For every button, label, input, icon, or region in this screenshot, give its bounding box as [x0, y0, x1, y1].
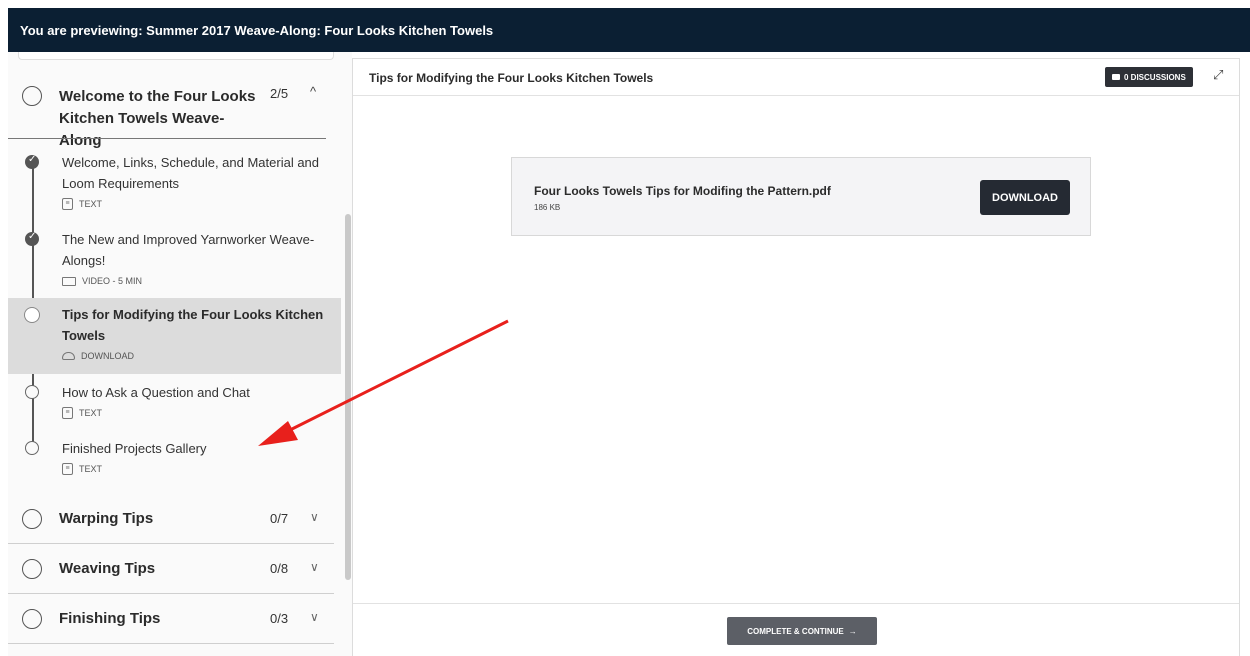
lesson-content-panel: Tips for Modifying the Four Looks Kitche…	[352, 58, 1240, 656]
lesson-incomplete-circle-icon	[25, 441, 39, 455]
preview-bar-text: You are previewing: Summer 2017 Weave-Al…	[20, 22, 494, 38]
text-doc-icon: ≡	[62, 198, 73, 210]
lesson-item-tips-modifying[interactable]: Tips for Modifying the Four Looks Kitche…	[8, 298, 341, 374]
chevron-down-icon[interactable]: ∨	[310, 560, 319, 574]
download-filesize: 186 KB	[534, 203, 561, 212]
section-count: 2/5	[270, 86, 289, 101]
chevron-up-icon[interactable]: ^	[310, 84, 316, 99]
section-title: Weaving Tips	[59, 560, 156, 577]
sidebar-scrollbar[interactable]	[345, 214, 351, 580]
lesson-item-welcome-links[interactable]: Welcome, Links, Schedule, and Material a…	[8, 150, 341, 214]
lesson-title: Tips for Modifying the Four Looks Kitche…	[62, 307, 324, 343]
section-progress-ring-icon	[22, 609, 42, 629]
lesson-heading: Tips for Modifying the Four Looks Kitche…	[369, 71, 654, 85]
lesson-incomplete-circle-icon	[25, 308, 39, 322]
cloud-download-icon	[62, 352, 75, 360]
lesson-footer: COMPLETE & CONTINUE →	[353, 603, 1239, 656]
lesson-type: TEXT	[79, 199, 103, 209]
lesson-type: TEXT	[79, 408, 103, 418]
preview-bar: You are previewing: Summer 2017 Weave-Al…	[8, 8, 1250, 52]
lesson-title: Finished Projects Gallery	[62, 441, 207, 456]
download-button[interactable]: DOWNLOAD	[980, 180, 1070, 215]
section-welcome[interactable]: Welcome to the Four Looks Kitchen Towels…	[8, 74, 334, 149]
lesson-meta: ≡ TEXT	[62, 198, 102, 210]
section-count: 0/3	[270, 611, 289, 626]
lesson-title: The New and Improved Yarnworker Weave-Al…	[62, 232, 315, 268]
section-progress-ring-icon	[22, 559, 42, 579]
lesson-title: Welcome, Links, Schedule, and Material a…	[62, 155, 320, 191]
section-finishing-tips[interactable]: Finishing Tips 0/3 ∨	[8, 594, 334, 644]
lesson-item-ask-question[interactable]: How to Ask a Question and Chat ≡ TEXT	[8, 380, 341, 428]
lesson-meta: ≡ TEXT	[62, 407, 102, 419]
section-count: 0/7	[270, 511, 289, 526]
text-doc-icon: ≡	[62, 463, 73, 475]
lesson-item-new-weave-alongs[interactable]: The New and Improved Yarnworker Weave-Al…	[8, 228, 341, 294]
lesson-meta: ≡ TEXT	[62, 463, 102, 475]
lesson-type: DOWNLOAD	[81, 351, 135, 361]
section-title: Warping Tips	[59, 510, 154, 527]
lesson-title: How to Ask a Question and Chat	[62, 385, 250, 400]
section-title: Welcome to the Four Looks Kitchen Towels…	[59, 88, 256, 149]
section-warping-tips[interactable]: Warping Tips 0/7 ∨	[8, 494, 334, 544]
download-filename: Four Looks Towels Tips for Modifing the …	[534, 184, 831, 198]
section-title: Finishing Tips	[59, 610, 161, 627]
download-card: Four Looks Towels Tips for Modifing the …	[511, 157, 1091, 236]
section-weaving-tips[interactable]: Weaving Tips 0/8 ∨	[8, 544, 334, 594]
section-count: 0/8	[270, 561, 289, 576]
chevron-down-icon[interactable]: ∨	[310, 610, 319, 624]
lesson-item-finished-gallery[interactable]: Finished Projects Gallery ≡ TEXT	[8, 436, 341, 484]
lesson-incomplete-circle-icon	[25, 385, 39, 399]
course-sidebar: Welcome to the Four Looks Kitchen Towels…	[8, 52, 352, 656]
lesson-meta: VIDEO - 5 MIN	[62, 276, 142, 286]
chat-icon	[1112, 74, 1120, 80]
lesson-complete-check-icon	[25, 231, 39, 246]
discussions-button[interactable]: 0 DISCUSSIONS	[1105, 67, 1193, 87]
lesson-type: VIDEO - 5 MIN	[82, 276, 143, 286]
section-divider	[8, 138, 326, 139]
complete-continue-button[interactable]: COMPLETE & CONTINUE →	[727, 617, 877, 645]
complete-continue-label: COMPLETE & CONTINUE	[747, 626, 844, 636]
section-progress-ring-icon	[22, 509, 42, 529]
sidebar-search-stub	[18, 52, 334, 60]
text-doc-icon: ≡	[62, 407, 73, 419]
lesson-header: Tips for Modifying the Four Looks Kitche…	[353, 59, 1239, 96]
lesson-complete-check-icon	[25, 154, 39, 169]
discussions-label: 0 DISCUSSIONS	[1124, 72, 1186, 82]
arrow-right-icon: →	[848, 626, 857, 636]
chevron-down-icon[interactable]: ∨	[310, 510, 319, 524]
lesson-meta: DOWNLOAD	[62, 351, 134, 361]
video-icon	[62, 276, 76, 286]
expand-icon[interactable]: ⤢	[1213, 67, 1223, 83]
section-progress-ring-icon	[22, 86, 42, 106]
lesson-type: TEXT	[79, 464, 103, 474]
